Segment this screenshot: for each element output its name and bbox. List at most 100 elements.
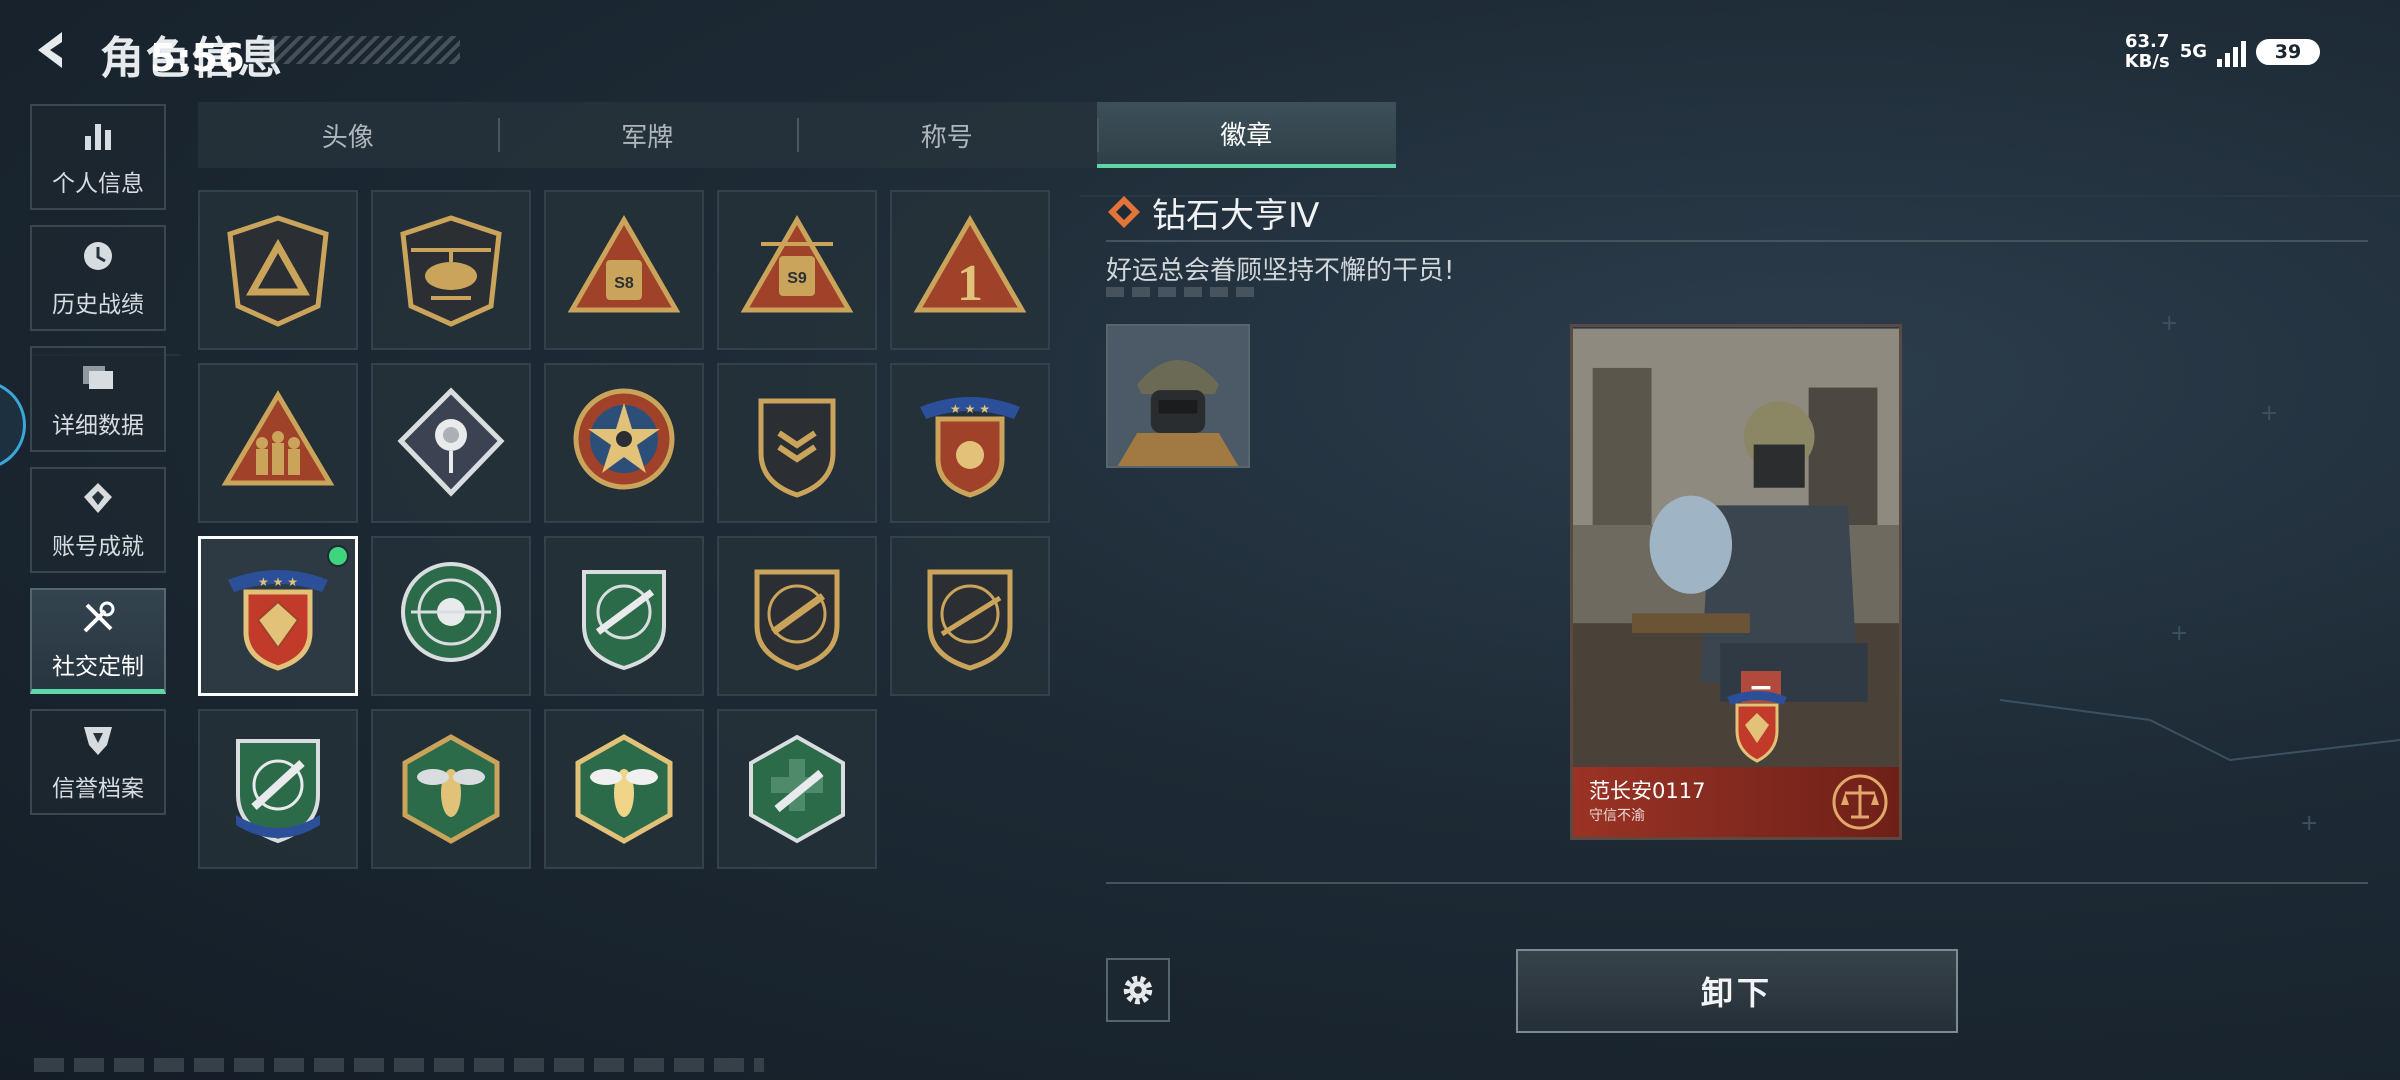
badge-cell[interactable]: 1: [890, 190, 1050, 350]
tab-badge[interactable]: 徽章: [1096, 102, 1396, 168]
status-clock: 5:56: [150, 36, 245, 80]
back-arrow-icon[interactable]: [30, 28, 74, 72]
status-bar: 63.7 KB/s 5G 39: [2125, 32, 2320, 72]
bar-chart-icon: [85, 124, 111, 150]
sidebar-item-social-custom[interactable]: 社交定制: [30, 588, 166, 694]
badge-description: 好运总会眷顾坚持不懈的干员!: [1106, 256, 1455, 286]
tab-title[interactable]: 称号: [797, 102, 1097, 168]
s9-vehicle-badge-icon: S9: [740, 215, 854, 313]
badge-cell[interactable]: [717, 709, 877, 869]
number-one-badge-text: 1: [957, 255, 983, 312]
sidebar-item-personal-info[interactable]: 个人信息: [30, 104, 166, 210]
badge-cell[interactable]: [544, 536, 704, 696]
tab-dogtag[interactable]: 军牌: [497, 102, 798, 168]
svg-text:+: +: [2160, 311, 2178, 336]
badge-cell[interactable]: [371, 190, 531, 350]
network-speed-unit: KB/s: [2124, 51, 2170, 72]
svg-text:★ ★ ★: ★ ★ ★: [950, 402, 990, 416]
svg-text:+: +: [2170, 621, 2188, 646]
svg-text:+: +: [2300, 811, 2318, 836]
badge-cell[interactable]: [544, 363, 704, 523]
diamond-rank-icon: [1108, 196, 1140, 228]
card-nameplate: 范长安0117 守信不渝: [1573, 767, 1899, 837]
star-compass-badge-icon: [573, 388, 675, 490]
badge-cell[interactable]: [717, 363, 877, 523]
signal-icon: [2217, 37, 2246, 67]
gear-icon: [1123, 975, 1153, 1005]
sidebar-item-label: 社交定制: [52, 653, 144, 680]
rifle-crosshair-green-badge-icon: [582, 570, 666, 671]
network-type: 5G: [2179, 41, 2207, 62]
sidebar-item-reputation[interactable]: 信誉档案: [30, 709, 166, 815]
wasp-hexagon-badge-icon: [402, 734, 500, 844]
star-banner-shield-badge-icon: ★ ★ ★: [920, 397, 1020, 498]
badge-cell[interactable]: [544, 709, 704, 869]
title-decoration: [260, 36, 460, 64]
player-name: 范长安0117: [1589, 779, 1706, 803]
player-card: − 范长安0117 守信不渝: [1570, 324, 1902, 840]
medic-gun-hexagon-badge-icon: [749, 734, 845, 844]
sniper-skull-badge-icon: [401, 562, 501, 662]
triangle-shield-badge-icon: [227, 215, 329, 327]
sidebar-item-detailed-data[interactable]: 详细数据: [30, 346, 166, 452]
divider: [1106, 882, 2368, 884]
folder-icon: [83, 366, 113, 389]
player-avatar: [1106, 324, 1250, 468]
reputation-icon: [84, 727, 112, 755]
s8-badge-text: S8: [614, 275, 634, 292]
badge-cell[interactable]: [371, 709, 531, 869]
badge-cell[interactable]: [371, 363, 531, 523]
side-drawer-handle[interactable]: [0, 380, 26, 470]
unequip-button[interactable]: 卸下: [1516, 949, 1958, 1033]
sidebar-item-label: 账号成就: [52, 534, 144, 560]
helicopter-badge-icon: [400, 215, 502, 327]
rose-diamond-badge-icon: [397, 387, 505, 497]
badge-cell[interactable]: [198, 190, 358, 350]
badge-cell[interactable]: [198, 709, 358, 869]
sidebar-item-label: 个人信息: [52, 171, 144, 197]
equipped-indicator: [327, 545, 349, 567]
badge-cell[interactable]: [717, 536, 877, 696]
soldiers-triangle-badge-icon: [221, 390, 335, 486]
network-speed: 63.7 KB/s: [2125, 32, 2170, 72]
sniper-shield-gold-badge-icon: [927, 569, 1013, 671]
chevron-shield-badge-icon: [758, 398, 836, 498]
diamond-banner-shield-badge-icon: ★ ★ ★: [228, 570, 328, 671]
number-one-badge-icon: 1: [913, 215, 1027, 313]
divider: [1106, 240, 2368, 242]
battery-icon: 39: [2256, 39, 2320, 65]
s9-badge-text: S9: [787, 270, 807, 287]
badge-name: 钻石大亨Ⅳ: [1152, 196, 1320, 236]
badge-cell[interactable]: ★ ★ ★: [890, 363, 1050, 523]
svg-text:★ ★ ★: ★ ★ ★: [258, 575, 298, 589]
badge-cell[interactable]: [371, 536, 531, 696]
sidebar-item-label: 历史战绩: [52, 292, 144, 318]
sidebar-item-label: 信誉档案: [52, 776, 144, 802]
badge-cell[interactable]: S8: [544, 190, 704, 350]
soldier-portrait-icon: [1108, 326, 1248, 466]
wasp-hexagon-gold-badge-icon: [575, 734, 673, 844]
sidebar: 个人信息 历史战绩 详细数据 账号成就 社交定制 信誉档案: [30, 104, 168, 830]
svg-text:+: +: [2260, 401, 2278, 426]
s8-vehicle-badge-icon: S8: [567, 215, 681, 313]
settings-button[interactable]: [1106, 958, 1170, 1022]
blurred-text: [1106, 287, 1256, 297]
network-speed-value: 63.7: [2124, 31, 2170, 52]
sidebar-item-label: 详细数据: [52, 413, 144, 439]
player-title: 守信不渝: [1589, 808, 1645, 824]
equipped-badge-icon: [1727, 691, 1787, 763]
badge-cell[interactable]: [890, 536, 1050, 696]
knife-shield-badge-icon: [236, 739, 320, 844]
tab-avatar[interactable]: 头像: [198, 102, 498, 168]
sidebar-item-achievements[interactable]: 账号成就: [30, 467, 166, 573]
blurred-footer-text: [34, 1058, 764, 1072]
badge-cell[interactable]: [198, 363, 358, 523]
battery-level: 39: [2274, 41, 2302, 63]
category-tabs: 头像 军牌 称号 徽章: [198, 102, 1396, 168]
clock-icon: [84, 242, 112, 270]
badge-cell[interactable]: S9: [717, 190, 877, 350]
badge-cell-selected[interactable]: ★ ★ ★: [198, 536, 358, 696]
sidebar-item-history[interactable]: 历史战绩: [30, 225, 166, 331]
rifle-shield-gold-badge-icon: [754, 569, 840, 671]
wrench-screwdriver-icon: [83, 601, 115, 632]
